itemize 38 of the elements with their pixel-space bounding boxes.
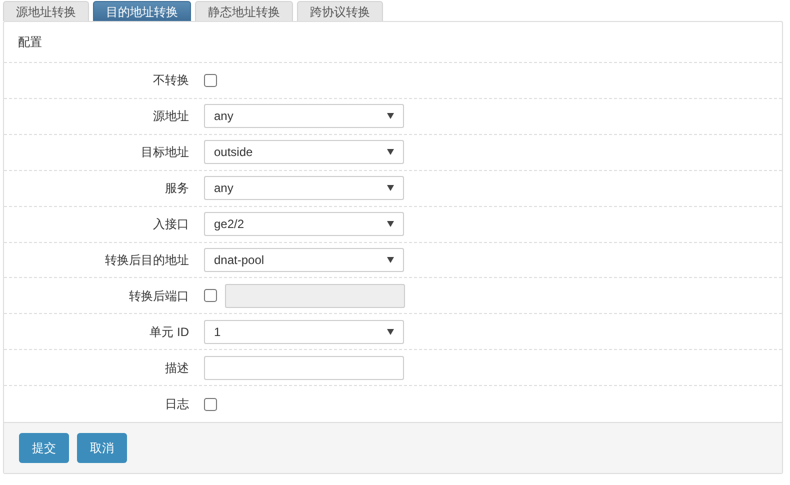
select-field[interactable]: 1 <box>204 320 404 344</box>
select-field[interactable]: outside <box>204 140 404 164</box>
input-field[interactable] <box>204 356 404 380</box>
caret-icon <box>387 256 394 263</box>
caret-icon <box>387 149 394 156</box>
field-label: 源地址 <box>153 108 189 126</box>
select-field[interactable]: ge2/2 <box>204 212 404 236</box>
caret-icon <box>387 328 394 335</box>
caret-icon <box>387 113 394 120</box>
tab[interactable]: 跨协议转换 <box>297 1 383 21</box>
select-value: any <box>214 180 234 198</box>
field-label: 入接口 <box>153 216 189 234</box>
select-value: 1 <box>214 324 221 341</box>
checkbox[interactable] <box>204 74 217 87</box>
field-label: 目标地址 <box>141 144 189 162</box>
field-label: 日志 <box>165 396 189 414</box>
select-value: outside <box>214 144 253 162</box>
field-label: 不转换 <box>153 72 189 90</box>
select-value: dnat-pool <box>214 252 264 269</box>
select-value: any <box>214 108 234 126</box>
field-label: 描述 <box>165 360 189 377</box>
field-label: 转换后目的地址 <box>105 252 189 269</box>
panel-title: 配置 <box>18 34 42 51</box>
form-button[interactable]: 提交 <box>19 433 69 464</box>
field-label: 服务 <box>165 180 189 198</box>
select-field[interactable]: dnat-pool <box>204 248 404 272</box>
caret-icon <box>387 185 394 192</box>
tab[interactable]: 目的地址转换 <box>93 1 191 21</box>
tab[interactable]: 源地址转换 <box>3 1 89 21</box>
form-button[interactable]: 取消 <box>77 433 127 464</box>
field-label: 转换后端口 <box>129 288 189 305</box>
select-field[interactable]: any <box>204 176 404 200</box>
select-field[interactable]: any <box>204 104 404 128</box>
field-label: 单元 ID <box>150 324 189 341</box>
checkbox[interactable] <box>204 398 217 411</box>
select-value: ge2/2 <box>214 216 244 234</box>
caret-icon <box>387 221 394 228</box>
tab[interactable]: 静态地址转换 <box>195 1 293 21</box>
